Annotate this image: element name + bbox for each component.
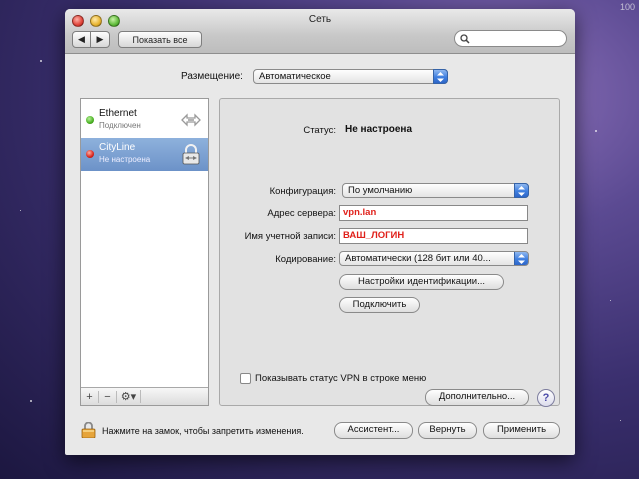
status-dot-green <box>86 116 94 124</box>
service-status: Не настроена <box>99 155 151 164</box>
server-address-label: Адрес сервера: <box>267 208 336 219</box>
encoding-popup[interactable]: Автоматически (128 бит или 40... <box>339 251 529 266</box>
revert-button[interactable]: Вернуть <box>418 422 477 439</box>
status-label: Статус: <box>303 125 336 136</box>
advanced-button[interactable]: Дополнительно... <box>425 389 529 406</box>
search-field[interactable] <box>454 30 567 47</box>
chevron-right-icon: ▶ <box>96 34 104 44</box>
updown-arrows-icon <box>514 183 529 198</box>
location-label: Размещение: <box>181 71 243 82</box>
server-address-field[interactable]: vpn.lan <box>339 205 528 221</box>
location-value: Автоматическое <box>259 71 331 82</box>
network-preferences-window: Сеть ◀ ▶ Показать все Размещение: Автома… <box>65 9 575 455</box>
service-name: CityLine <box>99 142 136 153</box>
remove-service-button[interactable]: − <box>99 390 117 403</box>
status-dot-red <box>86 150 94 158</box>
status-value: Не настроена <box>345 124 413 135</box>
lock-description: Нажмите на замок, чтобы запретить измене… <box>102 426 304 436</box>
assistant-button[interactable]: Ассистент... <box>334 422 413 439</box>
gear-menu-button[interactable]: ⚙▾ <box>117 390 141 403</box>
forward-button[interactable]: ▶ <box>91 31 110 48</box>
service-list: Ethernet Подключен CityLine Не настроена… <box>80 98 209 406</box>
vpn-lock-icon <box>182 144 200 165</box>
configuration-label: Конфигурация: <box>269 186 336 197</box>
account-name-label: Имя учетной записи: <box>244 231 336 242</box>
service-item-ethernet[interactable]: Ethernet Подключен <box>81 104 208 137</box>
configuration-popup[interactable]: По умолчанию <box>342 183 529 198</box>
help-button[interactable]: ? <box>537 389 555 407</box>
apply-button[interactable]: Применить <box>483 422 560 439</box>
ethernet-arrows-icon <box>181 113 201 127</box>
window-title: Сеть <box>308 14 332 25</box>
title-bar: Сеть ◀ ▶ Показать все <box>65 9 575 54</box>
location-popup[interactable]: Автоматическое <box>253 69 448 84</box>
vpn-detail-pane: Статус: Не настроена Конфигурация: По ум… <box>219 98 560 407</box>
lock-icon[interactable] <box>81 422 96 438</box>
show-vpn-status-checkbox[interactable] <box>240 373 251 384</box>
encoding-label: Кодирование: <box>275 254 336 265</box>
service-status: Подключен <box>99 121 141 130</box>
configuration-value: По умолчанию <box>348 185 413 196</box>
chevron-left-icon: ◀ <box>78 34 85 44</box>
authentication-settings-button[interactable]: Настройки идентификации... <box>339 274 504 290</box>
account-name-field[interactable]: ВАШ_ЛОГИН <box>339 228 528 244</box>
updown-arrows-icon <box>433 69 448 84</box>
service-list-toolbar: + − ⚙▾ <box>81 387 208 405</box>
connect-button[interactable]: Подключить <box>339 297 420 313</box>
desktop-corner-text: 100 <box>619 2 635 12</box>
show-all-button[interactable]: Показать все <box>118 31 202 48</box>
updown-arrows-icon <box>514 252 528 265</box>
encoding-value: Автоматически (128 бит или 40... <box>345 253 491 264</box>
back-button[interactable]: ◀ <box>72 31 91 48</box>
service-item-cityline[interactable]: CityLine Не настроена <box>81 138 208 171</box>
show-vpn-status-label: Показывать статус VPN в строке меню <box>255 373 427 384</box>
search-icon <box>460 33 470 44</box>
add-service-button[interactable]: + <box>81 390 99 403</box>
service-name: Ethernet <box>99 108 137 119</box>
